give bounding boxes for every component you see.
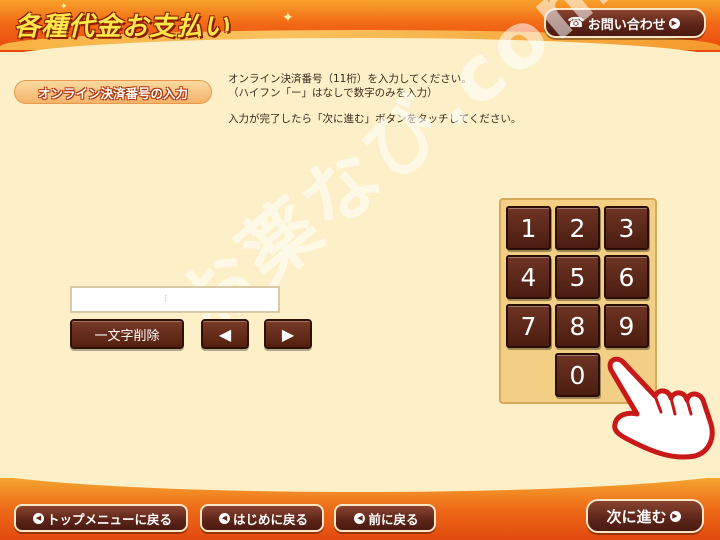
arrow-right-circle-icon: ▶ (668, 17, 680, 29)
section-label: オンライン決済番号の入力 (14, 80, 212, 104)
phone-icon: ☎ (567, 15, 585, 31)
next-label: 次に進む (606, 507, 667, 526)
page-title: 各種代金お支払い (14, 12, 231, 42)
back-button[interactable]: ◀ 前に戻る (334, 504, 436, 532)
footer-curve (0, 478, 720, 492)
cursor-left-button[interactable]: ◀ (201, 319, 249, 349)
input-cursor: ⁝ (164, 292, 168, 305)
cursor-right-button[interactable]: ▶ (264, 319, 312, 349)
restart-button[interactable]: ◀ はじめに戻る (200, 504, 324, 532)
key-1[interactable]: 1 (506, 206, 551, 250)
payment-number-input[interactable]: ⁝ (70, 286, 280, 313)
arrow-right-icon: ▶ (281, 324, 295, 344)
arrow-left-circle-icon: ◀ (354, 512, 366, 524)
key-6[interactable]: 6 (604, 255, 649, 299)
key-3[interactable]: 3 (604, 206, 649, 250)
back-label: 前に戻る (368, 511, 419, 527)
next-button[interactable]: 次に進む ▶ (586, 499, 704, 533)
sparkle-icon: ✦ (282, 10, 294, 26)
instruction-line-3: 入力が完了したら「次に進む」ボタンをタッチしてください。 (228, 113, 522, 125)
restart-label: はじめに戻る (232, 511, 308, 527)
pointing-hand-icon (607, 356, 715, 460)
key-0[interactable]: 0 (555, 353, 600, 397)
key-8[interactable]: 8 (555, 304, 600, 348)
top-menu-label: トップメニューに戻る (46, 511, 172, 527)
arrow-left-circle-icon: ◀ (218, 512, 230, 524)
key-4[interactable]: 4 (506, 255, 551, 299)
arrow-left-circle-icon: ◀ (32, 512, 44, 524)
instruction-line-1: オンライン決済番号（11桁）を入力してください。 (228, 73, 472, 85)
key-5[interactable]: 5 (555, 255, 600, 299)
instruction-line-2: （ハイフン「ー」はなしで数字のみを入力） (228, 87, 438, 99)
arrow-left-icon: ◀ (218, 324, 232, 344)
key-2[interactable]: 2 (555, 206, 600, 250)
key-7[interactable]: 7 (506, 304, 551, 348)
contact-button[interactable]: ☎ お問い合わせ ▶ (544, 8, 706, 38)
delete-char-button[interactable]: 一文字削除 (70, 319, 184, 349)
top-menu-button[interactable]: ◀ トップメニューに戻る (14, 504, 188, 532)
arrow-right-circle-icon: ▶ (669, 510, 681, 522)
contact-button-label: お問い合わせ (587, 17, 666, 33)
key-9[interactable]: 9 (604, 304, 649, 348)
